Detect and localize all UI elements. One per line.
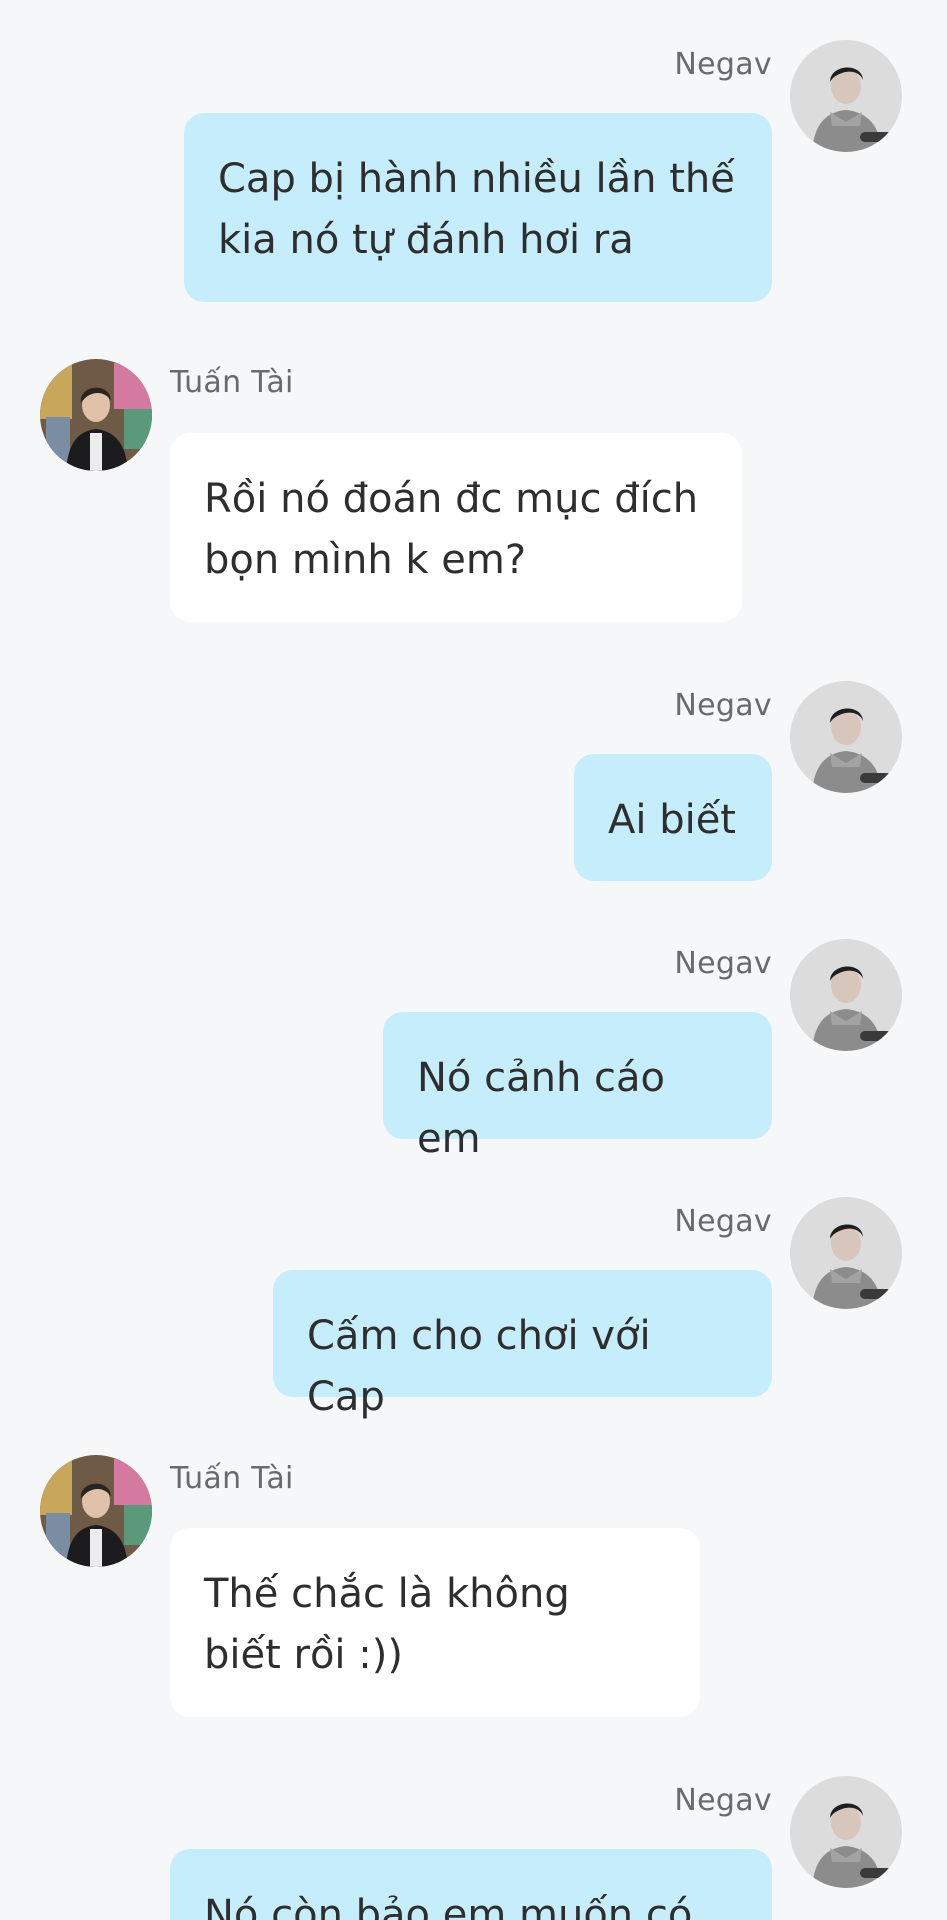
- sender-name: Negav: [674, 47, 772, 82]
- sender-name: Tuấn Tài: [170, 1461, 294, 1496]
- sender-name: Negav: [674, 946, 772, 981]
- sender-name: Negav: [674, 1204, 772, 1239]
- sender-name: Negav: [674, 1783, 772, 1818]
- message-bubble[interactable]: Cấm cho chơi với Cap: [273, 1270, 772, 1420]
- message-bubble[interactable]: Thế chắc là không biết rồi :)): [170, 1528, 700, 1717]
- avatar-tuan-tai-icon[interactable]: [40, 359, 152, 471]
- avatar-negav-icon[interactable]: [790, 40, 902, 152]
- message-bubble[interactable]: Nó còn bảo em muốn có: [170, 1849, 772, 1920]
- avatar-tuan-tai-icon[interactable]: [40, 1455, 152, 1567]
- message-bubble[interactable]: Cap bị hành nhiều lần thế kia nó tự đánh…: [184, 113, 772, 302]
- sender-name: Negav: [674, 688, 772, 723]
- message-bubble[interactable]: Nó cảnh cáo em: [383, 1012, 772, 1162]
- message-bubble[interactable]: Ai biết: [574, 754, 772, 881]
- sender-name: Tuấn Tài: [170, 365, 294, 400]
- avatar-negav-icon[interactable]: [790, 681, 902, 793]
- avatar-negav-icon[interactable]: [790, 1197, 902, 1309]
- avatar-negav-icon[interactable]: [790, 939, 902, 1051]
- avatar-negav-icon[interactable]: [790, 1776, 902, 1888]
- message-bubble[interactable]: Rồi nó đoán đc mục đích bọn mình k em?: [170, 433, 742, 622]
